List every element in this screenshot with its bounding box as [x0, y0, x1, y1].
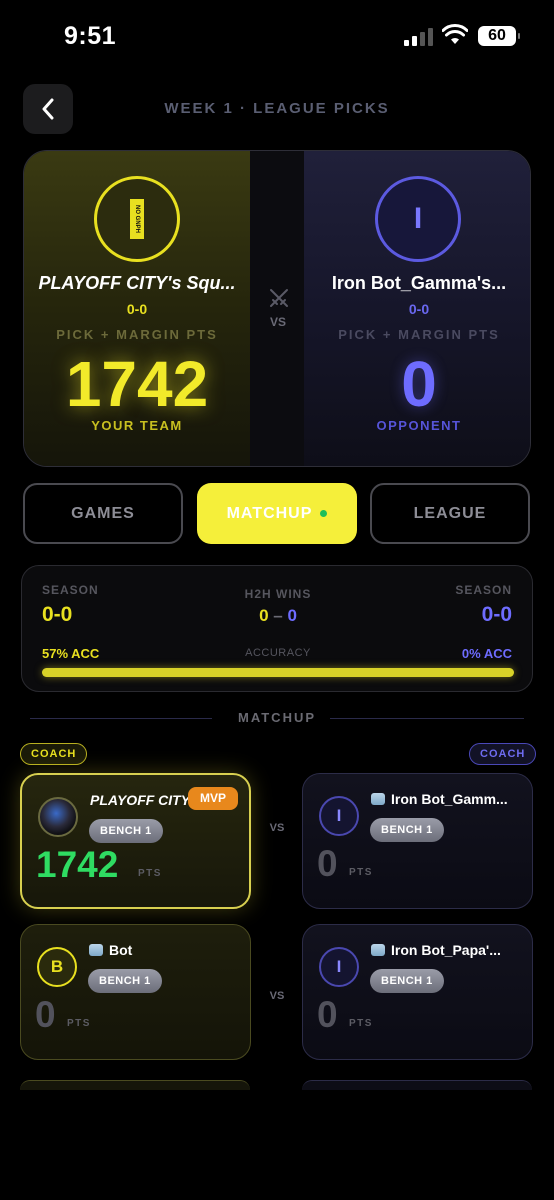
- next-card-right: [302, 1080, 532, 1090]
- avatar-letter: I: [336, 957, 342, 976]
- tab-games-label: GAMES: [71, 504, 135, 522]
- opponent-team-avatar: I: [375, 176, 461, 262]
- accuracy-label: ACCURACY: [245, 647, 311, 659]
- vs-label: VS: [269, 822, 285, 834]
- h2h-right: 0: [287, 606, 297, 625]
- right-season-value: 0-0: [481, 603, 512, 626]
- player-card-left[interactable]: PLAYOFF CITY MVP BENCH 1 1742 PTS: [20, 773, 251, 909]
- right-season-label: SEASON: [455, 583, 512, 597]
- pts-label: PTS: [138, 868, 162, 879]
- player-name-row: Iron Bot_Gamm...: [371, 791, 527, 807]
- battery-icon: 60: [478, 26, 520, 46]
- coach-pill-right: COACH: [469, 743, 537, 765]
- live-dot-icon: [320, 510, 328, 517]
- avatar-letter: I: [336, 806, 342, 825]
- opponent-pts-label: PICK + MARGIN PTS: [338, 327, 500, 342]
- bench-badge: BENCH 1: [370, 818, 444, 842]
- coach-pill-left: COACH: [20, 743, 88, 765]
- my-team-score: 1742: [65, 348, 209, 420]
- opponent-team-role: OPPONENT: [376, 418, 462, 433]
- player-name-row: Bot: [89, 942, 245, 958]
- season-summary-panel: SEASON 0-0 H2H WINS 0 – 0 SEASON 0-0 57%…: [21, 565, 533, 692]
- h2h-wins-value: 0 – 0: [22, 606, 534, 626]
- my-team-logo: NO GNPH: [94, 176, 180, 262]
- h2h-left: 0: [259, 606, 269, 625]
- avatar: I: [319, 796, 359, 836]
- opponent-avatar-letter: I: [413, 202, 423, 235]
- h2h-dash: –: [273, 606, 283, 625]
- crossed-swords-icon: [270, 289, 288, 307]
- bench-badge: BENCH 1: [370, 969, 444, 993]
- player-card-right[interactable]: I Iron Bot_Papa'... BENCH 1 0 PTS: [302, 924, 533, 1060]
- my-pts-label: PICK + MARGIN PTS: [56, 327, 218, 342]
- tab-games[interactable]: GAMES: [23, 483, 183, 544]
- opponent-team-record: 0-0: [408, 301, 430, 317]
- player-score: 0: [317, 994, 338, 1035]
- accuracy-bar: [42, 668, 514, 677]
- player-score: 0: [35, 994, 56, 1035]
- status-bar: 9:51 60: [0, 0, 554, 70]
- avatar-letter: B: [50, 957, 64, 976]
- my-team-role: YOUR TEAM: [91, 418, 183, 433]
- tab-league-label: LEAGUE: [413, 504, 487, 522]
- player-name: Bot: [109, 942, 133, 958]
- avatar: [38, 797, 78, 837]
- opponent-team-name: Iron Bot_Gamma's...: [331, 273, 507, 293]
- section-divider-right: [330, 718, 524, 719]
- bench-badge: BENCH 1: [89, 819, 163, 843]
- cellular-signal-icon: [404, 28, 434, 46]
- right-accuracy: 0% ACC: [461, 646, 512, 661]
- mvp-badge: MVP: [188, 787, 239, 810]
- pts-label: PTS: [67, 1018, 91, 1029]
- player-name: Iron Bot_Papa'...: [391, 942, 501, 958]
- player-card-left[interactable]: B Bot BENCH 1 0 PTS: [20, 924, 251, 1060]
- player-card-right[interactable]: I Iron Bot_Gamm... BENCH 1 0 PTS: [302, 773, 533, 909]
- wifi-icon: [442, 24, 468, 44]
- player-name: Iron Bot_Gamm...: [391, 791, 508, 807]
- robot-icon: [89, 944, 103, 956]
- scoreboard-divider: [250, 151, 306, 466]
- scoreboard-card: NO GNPH I PLAYOFF CITY's Squ... Iron Bot…: [23, 150, 531, 467]
- robot-icon: [371, 944, 385, 956]
- vs-label: VS: [269, 990, 285, 1002]
- player-name-row: Iron Bot_Papa'...: [371, 942, 527, 958]
- team-logo-text: NO GNPH: [130, 199, 144, 239]
- player-score: 0: [317, 843, 338, 884]
- next-card-left: [20, 1080, 250, 1090]
- opponent-team-score: 0: [401, 348, 437, 420]
- bench-badge: BENCH 1: [88, 969, 162, 993]
- player-score: 1742: [36, 844, 119, 885]
- pts-label: PTS: [349, 1018, 373, 1029]
- tab-league[interactable]: LEAGUE: [370, 483, 530, 544]
- tab-matchup[interactable]: MATCHUP: [197, 483, 357, 544]
- my-team-name: PLAYOFF CITY's Squ...: [38, 273, 236, 293]
- status-time: 9:51: [64, 22, 117, 50]
- tab-matchup-label: MATCHUP: [226, 504, 313, 522]
- avatar: B: [37, 947, 77, 987]
- pts-label: PTS: [349, 867, 373, 878]
- my-team-record: 0-0: [126, 301, 148, 317]
- page-title: WEEK 1 · LEAGUE PICKS: [164, 100, 390, 117]
- avatar: I: [319, 947, 359, 987]
- robot-icon: [371, 793, 385, 805]
- vs-label: VS: [269, 315, 286, 329]
